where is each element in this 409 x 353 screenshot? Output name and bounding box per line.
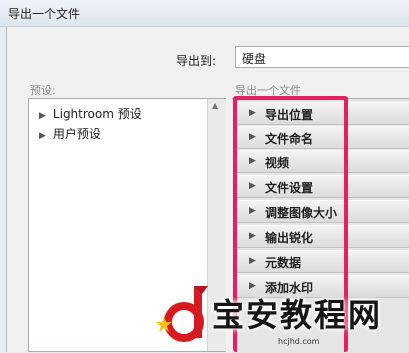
- expand-triangle-icon: ▶: [249, 132, 256, 142]
- preset-item-user[interactable]: ▶ 用户预设: [39, 125, 101, 142]
- section-metadata[interactable]: ▶ 元数据: [236, 250, 409, 273]
- preset-item-label: 用户预设: [52, 127, 101, 141]
- presets-label: 预设:: [30, 84, 56, 97]
- expand-triangle-icon: ▶: [39, 131, 46, 141]
- window-titlebar: 导出一个文件: [0, 0, 409, 27]
- file-panel-label: 导出一个文件: [235, 84, 301, 97]
- section-label: 输出锐化: [265, 231, 314, 245]
- section-export-location[interactable]: ▶ 导出位置: [236, 102, 409, 125]
- section-file-settings[interactable]: ▶ 文件设置: [236, 175, 409, 198]
- section-label: 文件命名: [265, 132, 314, 146]
- site-watermark: 宝安教程网 hcjhd.com: [150, 282, 409, 352]
- preset-item-lightroom[interactable]: ▶ Lightroom 预设: [39, 105, 142, 122]
- section-output-sharpening[interactable]: ▶ 输出锐化: [236, 225, 409, 248]
- section-label: 视频: [265, 156, 290, 170]
- watermark-url: hcjhd.com: [278, 337, 320, 346]
- expand-triangle-icon: ▶: [249, 206, 256, 216]
- scroll-up-arrow-icon[interactable]: ▲: [212, 101, 218, 110]
- section-label: 元数据: [265, 256, 302, 270]
- expand-triangle-icon: ▶: [249, 156, 256, 166]
- export-to-select[interactable]: 硬盘: [235, 46, 409, 68]
- section-file-naming[interactable]: ▶ 文件命名: [236, 126, 409, 149]
- expand-triangle-icon: ▶: [39, 111, 46, 121]
- expand-triangle-icon: ▶: [249, 108, 256, 118]
- export-to-value: 硬盘: [242, 52, 267, 66]
- expand-triangle-icon: ▶: [249, 181, 256, 191]
- expand-triangle-icon: ▶: [249, 231, 256, 241]
- export-to-label: 导出到:: [176, 54, 217, 68]
- section-video[interactable]: ▶ 视频: [236, 150, 409, 173]
- watermark-text: 宝安教程网: [212, 296, 383, 334]
- window-title: 导出一个文件: [8, 7, 81, 21]
- section-label: 文件设置: [265, 181, 314, 195]
- expand-triangle-icon: ▶: [249, 256, 256, 266]
- preset-item-label: Lightroom 预设: [52, 107, 142, 121]
- d-logo-icon: [156, 286, 208, 342]
- section-label: 调整图像大小: [265, 206, 338, 220]
- section-label: 导出位置: [265, 108, 314, 122]
- section-image-sizing[interactable]: ▶ 调整图像大小: [236, 200, 409, 223]
